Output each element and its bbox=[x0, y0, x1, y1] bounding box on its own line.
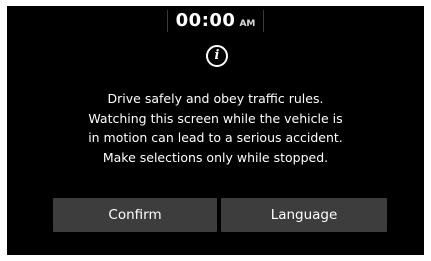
safety-warning-message: Drive safely and obey traffic rules. Wat… bbox=[7, 89, 424, 167]
clock-time: 00:00 bbox=[175, 10, 236, 31]
status-bar: 00:00 AM bbox=[7, 10, 424, 34]
confirm-button[interactable]: Confirm bbox=[53, 198, 217, 232]
message-line: Watching this screen while the vehicle i… bbox=[88, 110, 343, 126]
clock: 00:00 AM bbox=[166, 10, 265, 32]
info-icon: i bbox=[206, 45, 228, 67]
clock-ampm: AM bbox=[239, 19, 256, 29]
message-line: in motion can lead to a serious accident… bbox=[88, 130, 343, 145]
info-icon-glyph: i bbox=[214, 48, 220, 63]
language-button[interactable]: Language bbox=[221, 198, 387, 232]
disclaimer-screen: 00:00 AM i Drive safely and obey traffic… bbox=[7, 6, 424, 255]
message-line: Drive safely and obey traffic rules. bbox=[107, 91, 324, 106]
message-line: Make selections only while stopped. bbox=[102, 149, 329, 165]
